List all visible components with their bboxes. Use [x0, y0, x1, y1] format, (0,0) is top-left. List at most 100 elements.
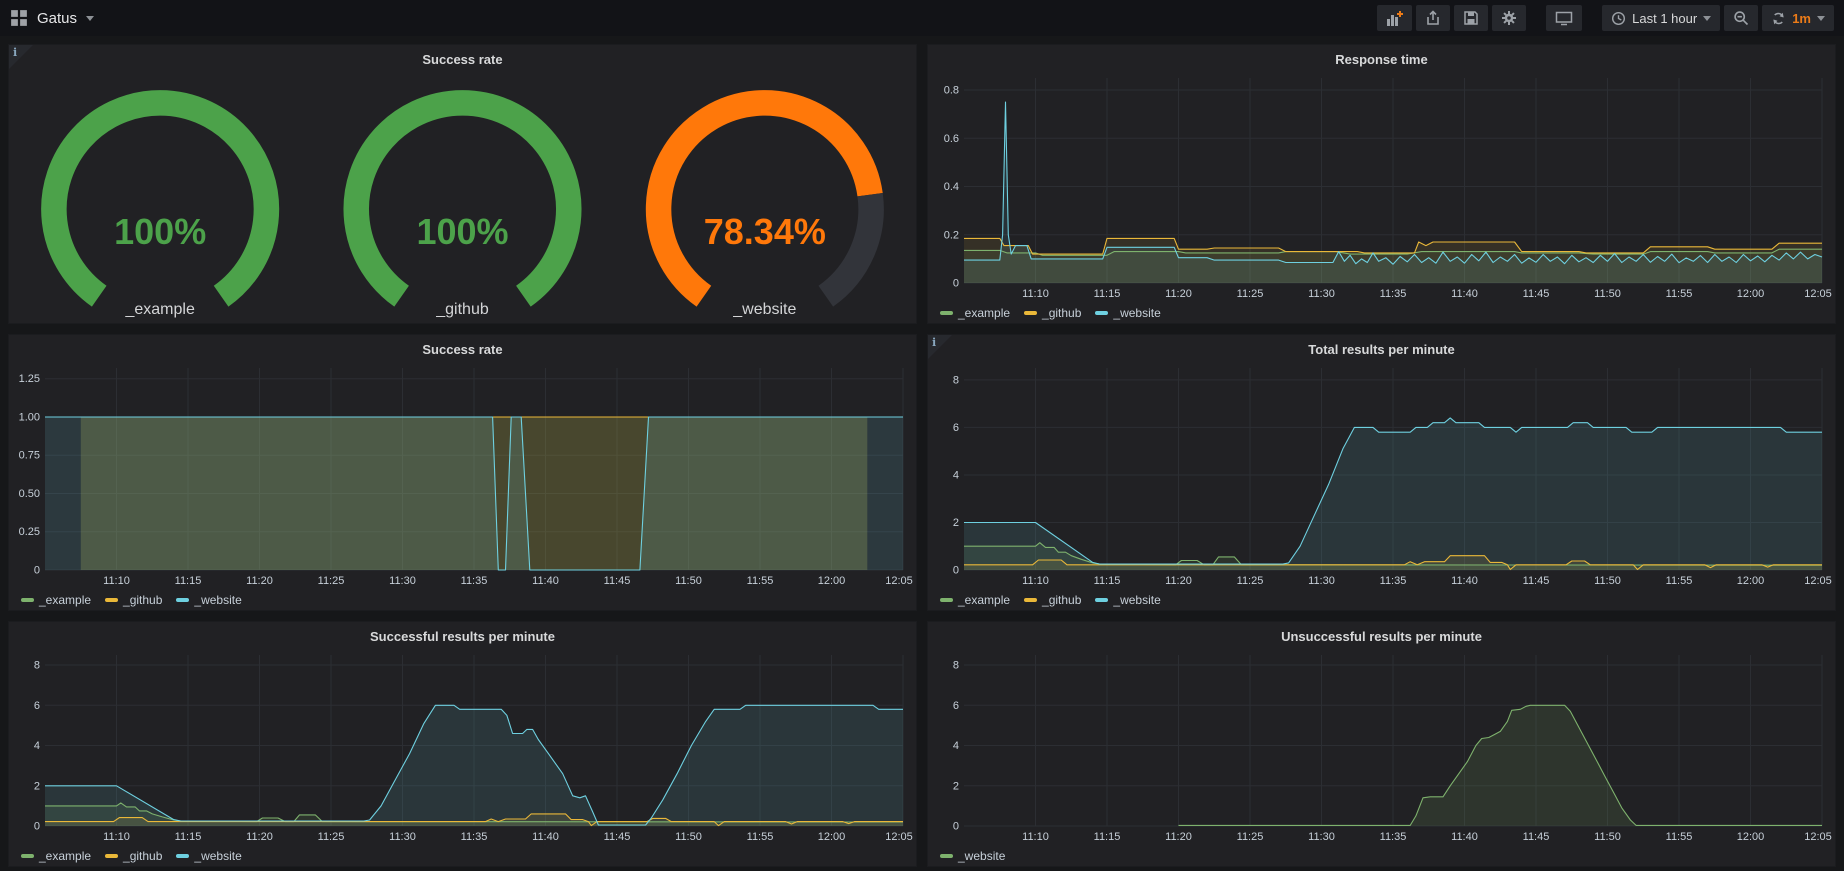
legend-label: _github [123, 593, 162, 607]
gauge-label: _example [124, 301, 194, 318]
gauge-value: 78.34% [704, 211, 826, 252]
legend-swatch [21, 854, 34, 858]
gauge-plot[interactable]: 100%_example100%_github78.34%_website [9, 70, 916, 323]
svg-text:11:25: 11:25 [1237, 575, 1264, 587]
tv-mode-button[interactable] [1546, 5, 1582, 31]
svg-text:11:45: 11:45 [1523, 575, 1550, 587]
svg-text:11:10: 11:10 [1022, 831, 1049, 843]
panel-success-rate: Success rate 11:1011:1511:2011:2511:3011… [8, 334, 917, 611]
svg-text:12:00: 12:00 [1737, 288, 1765, 300]
legend-item-_website[interactable]: _website [940, 849, 1005, 863]
chart-svg: 11:1011:1511:2011:2511:3011:3511:4011:45… [928, 647, 1835, 845]
chevron-down-icon [1703, 16, 1711, 21]
chart-legend: _website [928, 845, 1835, 866]
svg-text:0: 0 [953, 821, 959, 833]
svg-text:11:35: 11:35 [1380, 831, 1407, 843]
svg-text:11:40: 11:40 [1451, 575, 1478, 587]
legend-item-_example[interactable]: _example [940, 593, 1010, 607]
legend-item-_website[interactable]: _website [176, 593, 241, 607]
panel-title[interactable]: Total results per minute [928, 335, 1835, 360]
svg-text:0.8: 0.8 [944, 85, 959, 97]
legend-swatch [21, 598, 34, 602]
gauge-arc-_github [356, 103, 569, 296]
legend-item-_example[interactable]: _example [21, 849, 91, 863]
svg-text:11:50: 11:50 [1594, 575, 1621, 587]
legend-swatch [105, 854, 118, 858]
svg-text:11:55: 11:55 [1666, 831, 1693, 843]
svg-text:11:40: 11:40 [532, 575, 559, 587]
dashboard-title[interactable]: Gatus [37, 10, 77, 27]
time-range-label: Last 1 hour [1632, 11, 1697, 26]
svg-text:2: 2 [34, 780, 40, 792]
svg-text:0.2: 0.2 [944, 229, 959, 241]
legend-swatch [940, 311, 953, 315]
svg-text:11:45: 11:45 [1523, 831, 1550, 843]
legend-item-_github[interactable]: _github [105, 849, 162, 863]
legend-item-_example[interactable]: _example [940, 306, 1010, 320]
panel-info-icon[interactable] [928, 335, 952, 359]
legend-item-_github[interactable]: _github [1024, 306, 1081, 320]
svg-text:4: 4 [953, 469, 959, 481]
legend-swatch [1095, 311, 1108, 315]
svg-text:11:40: 11:40 [532, 831, 559, 843]
svg-text:11:20: 11:20 [1165, 288, 1192, 300]
legend-swatch [176, 854, 189, 858]
svg-text:11:50: 11:50 [1594, 831, 1621, 843]
legend-item-_website[interactable]: _website [1095, 306, 1160, 320]
svg-text:11:20: 11:20 [246, 831, 273, 843]
legend-label: _website [958, 849, 1005, 863]
svg-text:11:10: 11:10 [1022, 575, 1049, 587]
panel-title[interactable]: Unsuccessful results per minute [928, 622, 1835, 647]
svg-text:1.00: 1.00 [19, 411, 40, 423]
legend-item-_website[interactable]: _website [1095, 593, 1160, 607]
svg-text:11:25: 11:25 [318, 831, 345, 843]
share-button[interactable] [1416, 5, 1450, 31]
svg-text:11:30: 11:30 [1308, 831, 1335, 843]
legend-item-_website[interactable]: _website [176, 849, 241, 863]
save-button[interactable] [1454, 5, 1488, 31]
svg-text:11:40: 11:40 [1451, 288, 1478, 300]
legend-swatch [1095, 598, 1108, 602]
panel-title[interactable]: Successful results per minute [9, 622, 916, 647]
panel-success-rate-gauges: Success rate 100%_example100%_github78.3… [8, 44, 917, 324]
svg-text:11:55: 11:55 [747, 575, 774, 587]
panel-title[interactable]: Success rate [9, 45, 916, 70]
svg-text:11:15: 11:15 [1094, 288, 1121, 300]
chart-plot[interactable]: 11:1011:1511:2011:2511:3011:3511:4011:45… [9, 647, 916, 845]
svg-text:1.25: 1.25 [19, 373, 40, 385]
legend-label: _example [39, 849, 91, 863]
time-picker-button[interactable]: Last 1 hour [1602, 5, 1720, 31]
zoom-out-button[interactable] [1724, 5, 1758, 31]
panel-unsuccessful-results: Unsuccessful results per minute 11:10 11:… [927, 621, 1836, 867]
svg-text:11:35: 11:35 [1380, 575, 1407, 587]
svg-text:12:00: 12:00 [818, 575, 846, 587]
legend-label: _website [194, 593, 241, 607]
panel-title[interactable]: Success rate [9, 335, 916, 360]
chevron-down-icon[interactable] [86, 16, 94, 21]
svg-text:11:20: 11:20 [246, 575, 273, 587]
svg-text:11:45: 11:45 [604, 575, 631, 587]
chart-legend: _example _github _website [928, 589, 1835, 610]
settings-button[interactable] [1492, 5, 1526, 31]
gauge-value: 100% [416, 211, 508, 252]
legend-item-_github[interactable]: _github [105, 593, 162, 607]
legend-item-_example[interactable]: _example [21, 593, 91, 607]
chart-plot[interactable]: 11:1011:1511:2011:2511:3011:3511:4011:45… [928, 70, 1835, 302]
svg-text:11:55: 11:55 [1666, 575, 1693, 587]
chart-plot[interactable]: 11:1011:1511:2011:2511:3011:3511:4011:45… [928, 360, 1835, 589]
panel-title[interactable]: Response time [928, 45, 1835, 70]
legend-label: _github [123, 849, 162, 863]
panel-info-icon[interactable] [9, 45, 33, 69]
add-panel-button[interactable] [1377, 5, 1412, 31]
dashboards-grid-icon[interactable] [10, 9, 28, 27]
refresh-button[interactable]: 1m [1762, 5, 1834, 31]
svg-text:12:00: 12:00 [1737, 831, 1765, 843]
legend-item-_github[interactable]: _github [1024, 593, 1081, 607]
legend-swatch [176, 598, 189, 602]
svg-text:12:05: 12:05 [1804, 831, 1832, 843]
svg-text:0.50: 0.50 [19, 488, 40, 500]
chart-plot[interactable]: 11:1011:1511:2011:2511:3011:3511:4011:45… [9, 360, 916, 589]
gauge-value: 100% [114, 211, 206, 252]
svg-text:0: 0 [953, 565, 959, 577]
chart-plot[interactable]: 11:1011:1511:2011:2511:3011:3511:4011:45… [928, 647, 1835, 845]
